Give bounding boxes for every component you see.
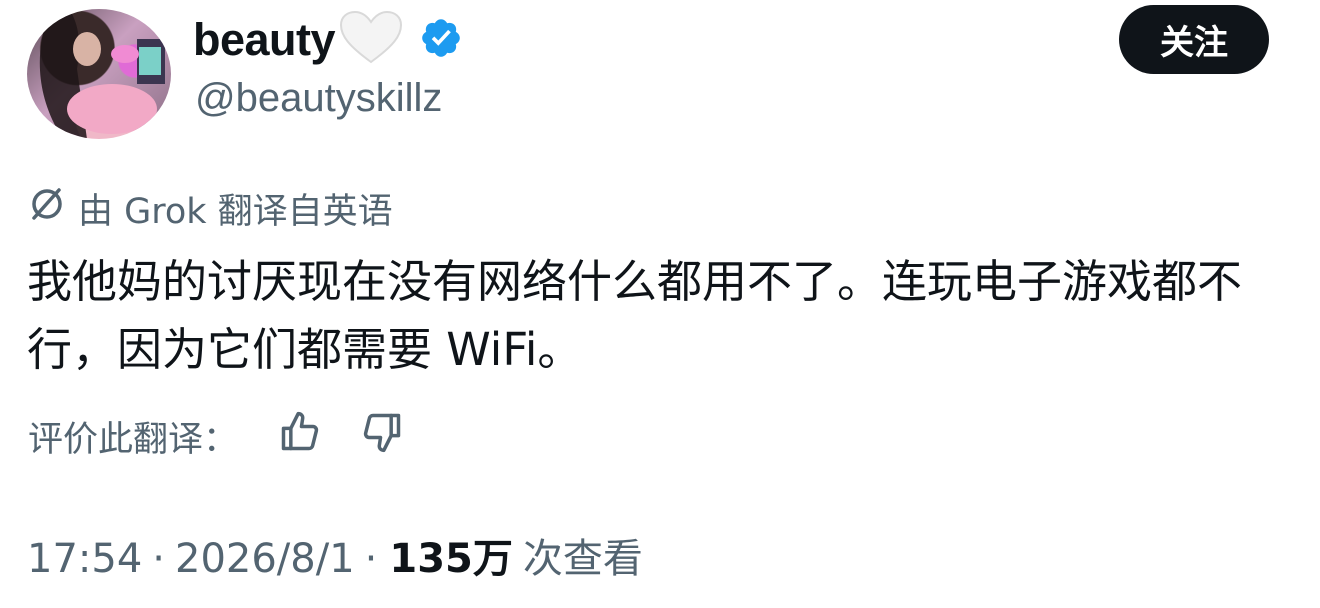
meta-separator: · [152,536,165,582]
views-count[interactable]: 135万 [389,526,513,584]
author-display-name[interactable]: beauty [193,14,336,66]
tweet-meta: 17:54 · 2026/8/1 · 135万 次查看 [27,526,643,584]
author-name-row[interactable]: beauty [193,10,463,71]
tweet-date[interactable]: 2026/8/1 [175,536,355,582]
tweet-text: 我他妈的讨厌现在没有网络什么都用不了。连玩电子游戏都不行，因为它们都需要 WiF… [27,255,1243,376]
thumbs-up-icon[interactable] [278,410,322,463]
translation-notice[interactable]: 由 Grok 翻译自英语 [28,183,393,234]
follow-button[interactable]: 关注 [1119,5,1269,74]
thumbs-down-icon[interactable] [360,410,404,463]
white-heart-icon [339,10,403,71]
tweet-time[interactable]: 17:54 [27,536,142,582]
grok-icon [28,185,66,232]
avatar[interactable] [27,9,171,139]
rate-translation-label: 评价此翻译： [28,420,239,460]
verified-badge-icon[interactable] [419,16,463,65]
rate-translation-row: 评价此翻译： [28,410,404,463]
translation-notice-text: 由 Grok 翻译自英语 [78,192,393,232]
views-label: 次查看 [522,536,643,582]
meta-separator: · [364,536,378,582]
author-handle[interactable]: @beautyskillz [195,76,442,121]
